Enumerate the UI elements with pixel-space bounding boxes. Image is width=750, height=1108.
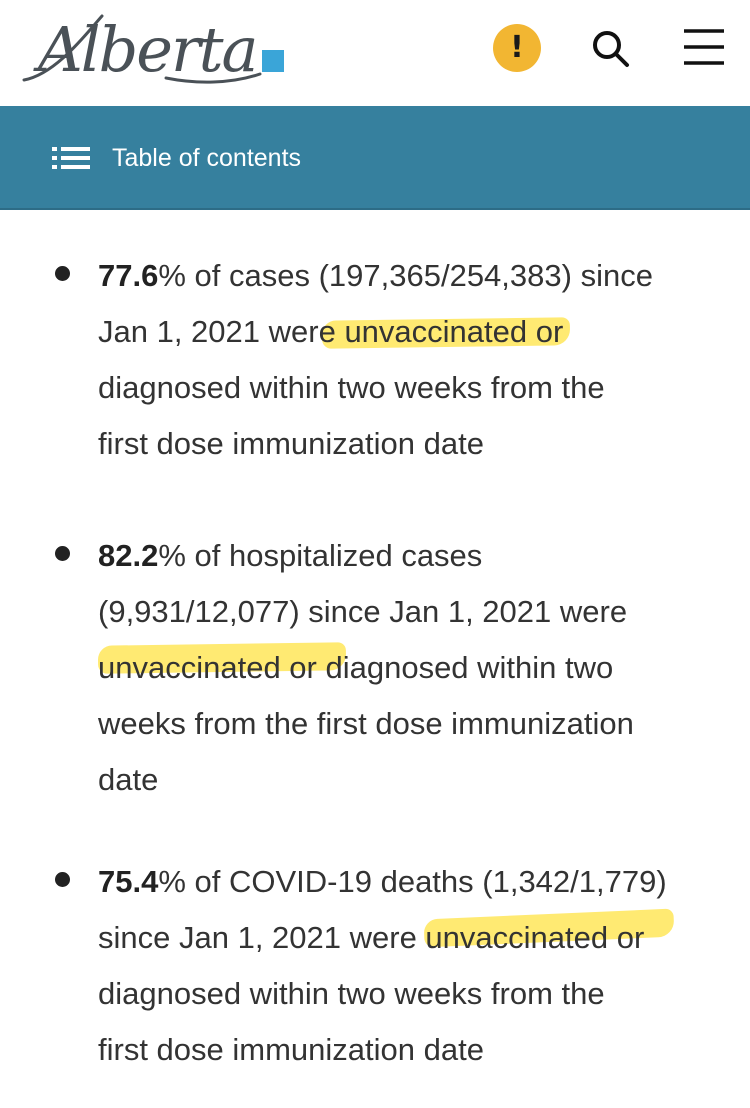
list-icon xyxy=(52,147,90,169)
site-header: Alberta ! xyxy=(0,0,750,107)
line-text: % of cases (197,365/254,383) since xyxy=(158,258,653,293)
item-line: first dose immunization date xyxy=(98,426,484,461)
table-of-contents-toggle[interactable]: Table of contents xyxy=(0,106,750,210)
item-line: weeks from the first dose immunization xyxy=(98,706,634,741)
bullet xyxy=(55,872,70,887)
item-line: diagnosed within two weeks from the xyxy=(98,976,605,1011)
item-line: first dose immunization date xyxy=(98,1032,484,1067)
item-line: 77.6% of cases (197,365/254,383) since xyxy=(98,248,653,304)
stat-percentage: 75.4 xyxy=(98,864,159,899)
line-text: % of COVID-19 deaths (1,342/1,779) xyxy=(158,864,667,899)
hamburger-menu-icon xyxy=(684,29,724,65)
alert-button[interactable]: ! xyxy=(493,24,541,72)
item-line: (9,931/12,077) since Jan 1, 2021 were xyxy=(98,594,628,629)
stat-percentage: 77.6 xyxy=(98,258,159,293)
bullet xyxy=(55,266,70,281)
item-line: date xyxy=(98,762,159,797)
stat-percentage: 82.2 xyxy=(98,538,159,573)
item-line: unvaccinated or diagnosed within two xyxy=(98,650,614,685)
item-line: 75.4% of COVID-19 deaths (1,342/1,779) xyxy=(98,854,667,910)
logo-accent-square xyxy=(262,50,284,72)
search-button[interactable] xyxy=(588,26,632,70)
item-line: since Jan 1, 2021 were unvaccinated or xyxy=(98,920,645,955)
line-text: % of hospitalized cases xyxy=(158,538,483,573)
alert-icon: ! xyxy=(510,30,524,65)
alberta-logo[interactable]: Alberta xyxy=(16,4,284,96)
item-line: diagnosed within two weeks from the xyxy=(98,370,605,405)
item-line: Jan 1, 2021 were unvaccinated or xyxy=(98,314,564,349)
item-line: 82.2% of hospitalized cases xyxy=(98,528,482,584)
logo-text: Alberta xyxy=(38,13,258,86)
toc-label: Table of contents xyxy=(112,144,302,172)
bullet xyxy=(55,546,70,561)
menu-button[interactable] xyxy=(682,26,726,70)
search-icon xyxy=(593,31,629,67)
